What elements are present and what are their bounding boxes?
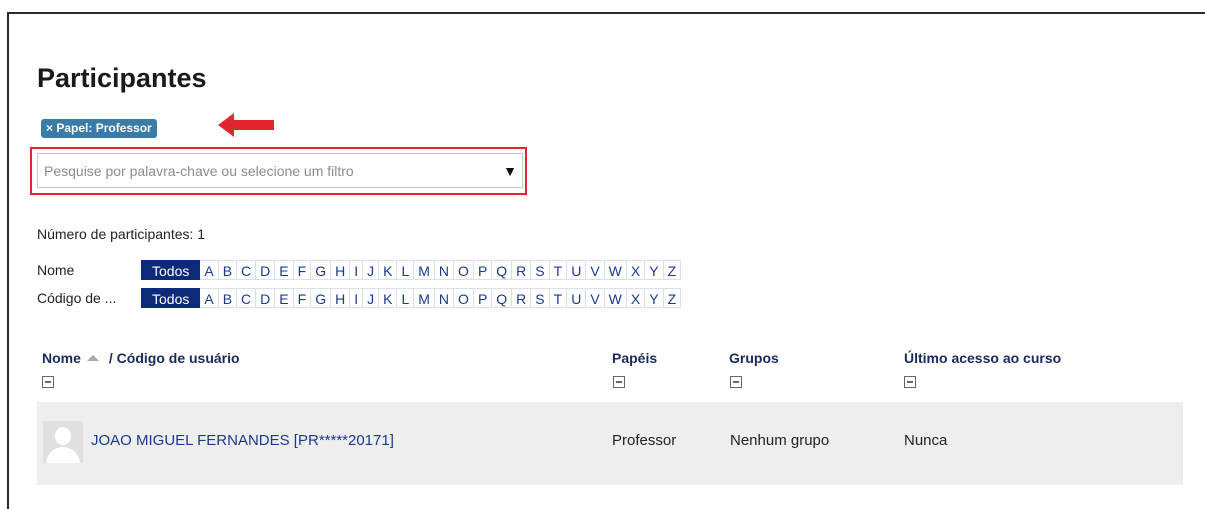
search-filter-field[interactable]: ▼ [37,153,523,188]
initial-letter-j[interactable]: J [363,288,380,308]
initial-letter-j[interactable]: J [363,260,380,280]
sort-usercode-link[interactable]: / Código de usuário [109,350,240,366]
initial-letter-i[interactable]: I [350,288,364,308]
initial-letter-z[interactable]: Z [663,260,682,280]
user-avatar-icon [43,421,83,463]
initial-letter-f[interactable]: F [293,260,312,280]
role-filter-badge[interactable]: × Papel: Professor [41,119,157,138]
sort-name-link[interactable]: Nome [42,350,81,366]
initial-letter-f[interactable]: F [293,288,312,308]
initial-letter-a[interactable]: A [200,288,219,308]
initial-letter-q[interactable]: Q [492,288,513,308]
initial-letter-e[interactable]: E [275,288,294,308]
initial-letter-g[interactable]: G [311,260,332,280]
initial-letter-y[interactable]: Y [645,260,664,280]
initials-bar-firstname: Nome Todos ABCDEFGHIJKLMNOPQRSTUVWXYZ [37,260,682,280]
initial-letter-w[interactable]: W [604,260,627,280]
initials-label-firstname: Nome [37,262,75,278]
initial-letter-m[interactable]: M [414,288,435,308]
initial-letter-t[interactable]: T [549,260,568,280]
initial-letter-u[interactable]: U [567,260,587,280]
participant-groups: Nenhum grupo [730,432,830,449]
collapse-name-column-icon[interactable] [42,376,54,388]
initial-letter-d[interactable]: D [256,260,276,280]
initial-letter-i[interactable]: I [350,260,364,280]
initial-letter-o[interactable]: O [454,260,474,280]
initial-letter-m[interactable]: M [414,260,435,280]
initial-letter-v[interactable]: V [586,288,605,308]
sort-ascending-icon [86,354,99,361]
initial-letter-c[interactable]: C [237,260,257,280]
initial-letter-k[interactable]: K [379,288,398,308]
initial-letter-l[interactable]: L [397,260,415,280]
collapse-last-access-column-icon[interactable] [904,376,916,388]
initial-letter-v[interactable]: V [586,260,605,280]
initial-letter-h[interactable]: H [331,260,351,280]
initial-letter-x[interactable]: X [626,288,646,308]
annotation-arrow-icon [218,113,274,137]
initial-letter-s[interactable]: S [531,288,550,308]
collapse-roles-column-icon[interactable] [613,376,625,388]
initial-letter-z[interactable]: Z [663,288,682,308]
initial-letter-l[interactable]: L [397,288,415,308]
initial-letter-g[interactable]: G [311,288,332,308]
initial-letter-q[interactable]: Q [492,260,513,280]
initials-all-usercode[interactable]: Todos [141,288,201,308]
initial-letter-y[interactable]: Y [645,288,664,308]
participants-count: Número de participantes: 1 [37,226,206,242]
participant-role: Professor [612,432,677,449]
participant-name-link[interactable]: JOAO MIGUEL FERNANDES [PR*****20171] [91,432,394,449]
initial-letter-n[interactable]: N [434,260,455,280]
header-last-access: Último acesso ao curso [904,350,1061,366]
sort-last-access-link[interactable]: Último acesso ao curso [904,350,1061,366]
initial-letter-b[interactable]: B [218,260,238,280]
header-roles: Papéis [612,350,658,366]
page-title: Participantes [37,63,207,93]
initial-letter-r[interactable]: R [512,288,532,308]
initial-letter-a[interactable]: A [200,260,219,280]
initial-letter-p[interactable]: P [473,288,493,308]
initials-letters-usercode: ABCDEFGHIJKLMNOPQRSTUVWXYZ [200,288,682,308]
initial-letter-s[interactable]: S [531,260,550,280]
initial-letter-t[interactable]: T [549,288,568,308]
initial-letter-e[interactable]: E [275,260,294,280]
initials-letters-firstname: ABCDEFGHIJKLMNOPQRSTUVWXYZ [200,260,682,280]
initial-letter-w[interactable]: W [604,288,627,308]
initial-letter-c[interactable]: C [237,288,257,308]
window-left-border [7,14,9,509]
window-top-border [7,12,1205,14]
header-groups: Grupos [729,350,779,366]
initial-letter-h[interactable]: H [331,288,351,308]
initials-all-firstname[interactable]: Todos [141,260,201,280]
initial-letter-d[interactable]: D [256,288,276,308]
search-input[interactable] [38,162,498,179]
initials-label-usercode: Código de ... [37,290,117,306]
initial-letter-n[interactable]: N [434,288,455,308]
initial-letter-p[interactable]: P [473,260,493,280]
initial-letter-u[interactable]: U [567,288,587,308]
participant-last-access: Nunca [904,432,948,449]
initial-letter-k[interactable]: K [379,260,398,280]
initial-letter-r[interactable]: R [512,260,532,280]
initial-letter-o[interactable]: O [454,288,474,308]
initials-bar-usercode: Código de ... Todos ABCDEFGHIJKLMNOPQRST… [37,288,682,308]
initial-letter-x[interactable]: X [626,260,646,280]
initial-letter-b[interactable]: B [218,288,238,308]
dropdown-arrow-icon[interactable]: ▼ [498,163,522,179]
collapse-groups-column-icon[interactable] [730,376,742,388]
header-name: Nome / Código de usuário [42,350,240,366]
